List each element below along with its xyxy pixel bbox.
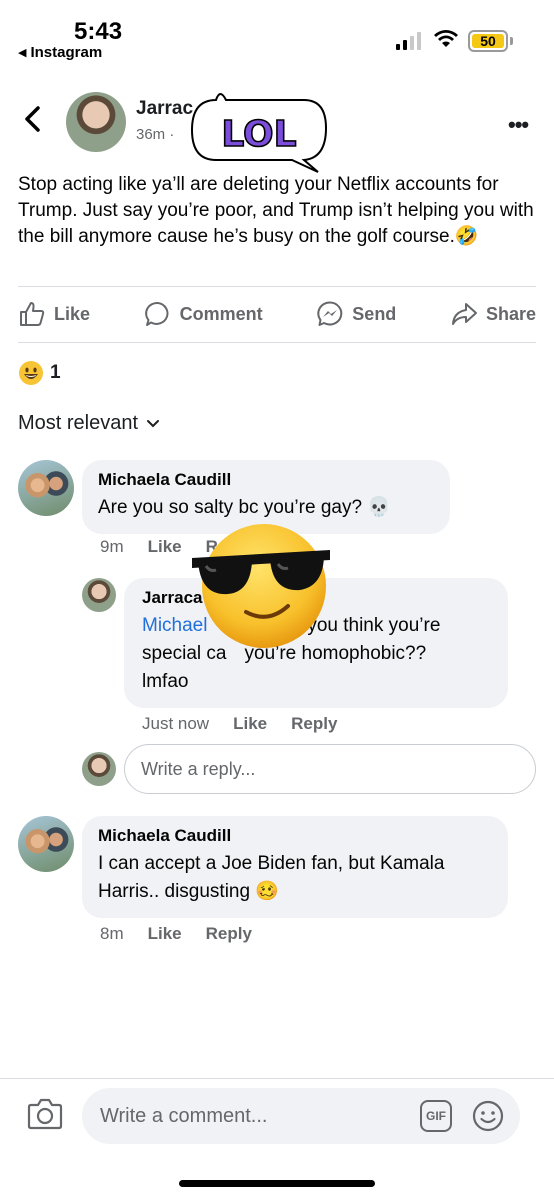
sort-label: Most relevant <box>18 412 139 434</box>
commenter-avatar[interactable] <box>18 460 74 516</box>
back-to-app-link[interactable]: ◀ Instagram <box>18 44 102 61</box>
post-author-avatar[interactable] <box>66 92 126 152</box>
comment-text: Are you so salty bc you’re gay? 💀 <box>98 494 432 522</box>
reply-time: Just now <box>142 714 210 733</box>
post-body: Stop acting like ya’ll are deleting your… <box>18 172 538 250</box>
battery-level: 50 <box>472 34 504 48</box>
comment-bubble: Michaela Caudill I can accept a Joe Bide… <box>82 816 508 918</box>
post-author-name[interactable]: Jarrac <box>136 98 193 120</box>
battery-icon: 50 <box>468 30 508 52</box>
comment-text: I can accept a Joe Biden fan, but Kamala… <box>98 850 490 906</box>
home-indicator[interactable] <box>179 1180 375 1187</box>
commenter-name[interactable]: Michaela Caudill <box>98 470 432 490</box>
woozy-face-emoji: 🥴 <box>255 881 280 902</box>
grinning-face-icon <box>19 361 43 385</box>
reply-like-button[interactable]: Like <box>233 714 267 734</box>
back-app-label: Instagram <box>30 44 103 61</box>
lol-sticker: LOL <box>190 93 328 173</box>
cellular-signal-icon <box>396 32 421 50</box>
share-button[interactable]: Share <box>450 300 536 328</box>
back-triangle-icon: ◀ <box>18 47 27 59</box>
send-button[interactable]: Send <box>316 300 396 328</box>
more-options-icon[interactable]: ••• <box>508 112 529 138</box>
back-arrow-icon[interactable] <box>20 104 46 134</box>
comment-reply-button[interactable]: Reply <box>206 924 252 944</box>
reply-meta: Just now Like Reply <box>142 714 337 734</box>
sunglasses-emoji-sticker <box>192 524 330 648</box>
emoji-smiley-icon[interactable] <box>472 1100 504 1132</box>
comment-meta: 8m Like Reply <box>100 924 252 944</box>
reaction-summary[interactable]: 1 <box>18 360 61 386</box>
reply-avatar[interactable] <box>82 578 116 612</box>
comment-time: 9m <box>100 537 124 556</box>
comment-input-placeholder: Write a comment... <box>100 1104 268 1127</box>
reply-reply-button[interactable]: Reply <box>291 714 337 734</box>
status-time: 5:43 <box>74 18 123 45</box>
reply-input-placeholder: Write a reply... <box>141 758 256 779</box>
comment-time: 8m <box>100 924 124 943</box>
post-timestamp: 36m · <box>136 126 175 143</box>
like-label: Like <box>54 303 91 324</box>
rofl-emoji: 🤣 <box>454 226 479 247</box>
battery-cap <box>510 37 513 45</box>
comment-like-button[interactable]: Like <box>148 924 182 944</box>
commenter-name[interactable]: Michaela Caudill <box>98 826 490 846</box>
share-label: Share <box>485 303 536 324</box>
reply-text-line3: lmfao <box>142 671 189 692</box>
wifi-icon <box>434 30 458 47</box>
comment-label: Comment <box>179 303 263 324</box>
skull-emoji: 💀 <box>367 497 391 518</box>
divider <box>18 342 536 343</box>
camera-icon[interactable] <box>26 1096 64 1132</box>
reply-input[interactable]: Write a reply... <box>124 744 536 794</box>
reaction-count: 1 <box>50 362 61 383</box>
share-arrow-icon <box>451 303 477 325</box>
commenter-avatar[interactable] <box>18 816 74 872</box>
like-button[interactable]: Like <box>18 300 90 328</box>
comment-sort-dropdown[interactable]: Most relevant <box>18 412 160 435</box>
send-label: Send <box>352 303 397 324</box>
thumbs-up-icon <box>20 302 45 326</box>
comment-bubble-icon <box>144 301 169 326</box>
comment-text-body: Are you so salty bc you’re gay? <box>98 497 363 518</box>
lol-sticker-text: LOL <box>221 114 296 155</box>
post-actions-bar: Like Comment Send Share <box>18 292 536 336</box>
comment-like-button[interactable]: Like <box>148 537 182 557</box>
current-user-avatar <box>82 752 116 786</box>
comment-button[interactable]: Comment <box>144 300 263 328</box>
messenger-icon <box>317 301 343 326</box>
divider <box>0 1078 554 1079</box>
comment-input[interactable]: Write a comment... <box>82 1088 520 1144</box>
chevron-down-icon <box>147 419 160 427</box>
gif-button[interactable]: GIF <box>420 1100 452 1132</box>
divider <box>18 286 536 287</box>
